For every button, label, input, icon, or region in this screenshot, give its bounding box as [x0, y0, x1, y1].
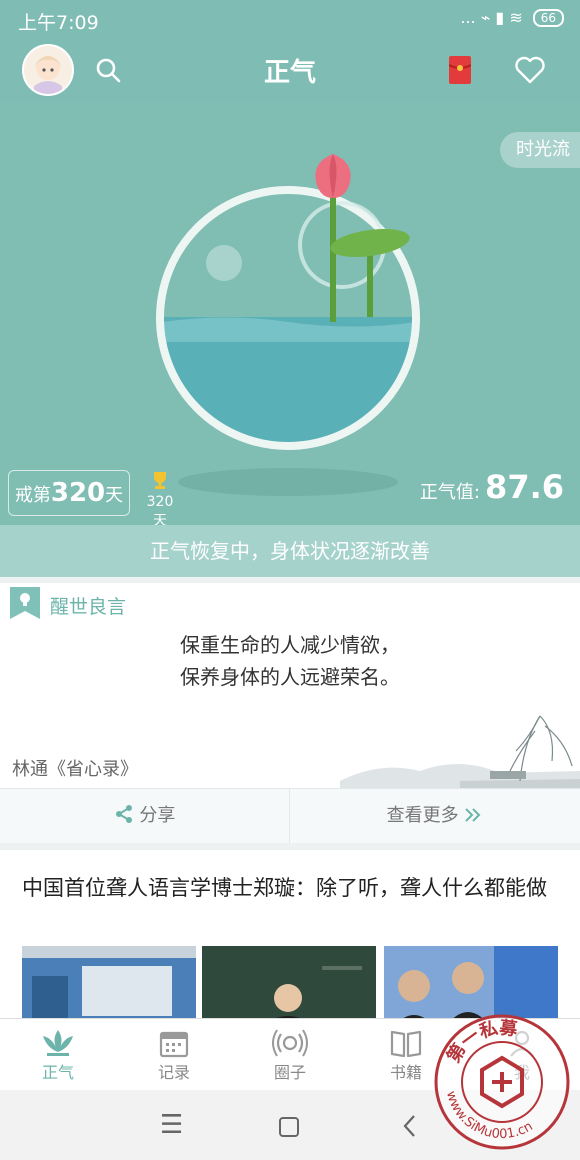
nav-label: 圈子 [273, 1063, 306, 1082]
status-icons: ... ⌁ ▮ ≋ 66 [460, 8, 564, 27]
calendar-icon [134, 1027, 214, 1059]
lightbulb-icon [10, 587, 40, 624]
watermark-seal: 第一私募 www.SiMu001.cn [434, 1014, 570, 1150]
quote-line-2: 保养身体的人远避荣名。 [180, 665, 400, 689]
quote-card: 醒世良言 保重生命的人减少情欲， 保养身体的人远避荣名。 林通《省心录》 分享 … [0, 583, 580, 843]
score-display: 正气值: 87.6 [420, 468, 564, 506]
share-button[interactable]: 分享 [0, 789, 290, 843]
see-more-button[interactable]: 查看更多 [290, 789, 579, 843]
back-icon[interactable] [402, 1110, 418, 1145]
app-header: 正气 [0, 38, 580, 102]
trophy-icon [140, 470, 180, 494]
quote-line-1: 保重生命的人减少情欲， [180, 633, 400, 657]
battery-icon: 66 [532, 8, 564, 27]
status-signal-icons: ... ⌁ ▮ ≋ [460, 8, 523, 27]
nav-item-circle[interactable]: 圈子 [250, 1027, 330, 1083]
see-more-label: 查看更多 [386, 805, 459, 826]
broadcast-icon [250, 1027, 330, 1059]
nav-item-zhengqi[interactable]: 正气 [18, 1027, 98, 1083]
trophy-record[interactable]: 320天 [140, 470, 180, 530]
status-time: 上午7:09 [18, 12, 99, 34]
heart-icon[interactable] [514, 56, 546, 88]
time-flow-button[interactable]: 时光流 [500, 132, 580, 168]
article-thumbnail-1[interactable] [22, 946, 196, 1026]
article-card[interactable]: 中国首位聋人语言学博士郑璇：除了听，聋人什么都能做 [0, 850, 580, 1026]
day-count: 320 [50, 478, 106, 508]
score-label: 正气值: [419, 482, 480, 503]
article-title[interactable]: 中国首位聋人语言学博士郑璇：除了听，聋人什么都能做 [22, 872, 562, 904]
article-thumbnail-2[interactable] [202, 946, 376, 1026]
double-chevron-icon [464, 805, 482, 826]
menu-icon[interactable]: ☰ [160, 1110, 183, 1140]
status-bar: 上午7:09 ... ⌁ ▮ ≋ 66 [0, 0, 580, 38]
score-value: 87.6 [485, 468, 564, 506]
quote-header: 醒世良言 [10, 587, 126, 624]
red-envelope-icon[interactable] [448, 56, 472, 88]
share-label: 分享 [139, 805, 176, 826]
nav-label: 正气 [41, 1063, 74, 1082]
ink-landscape-illustration [340, 715, 580, 791]
quote-actions: 分享 查看更多 [0, 788, 580, 843]
hero-section: 时光流 戒第320天 320天 正气值: 87.6 [0, 102, 580, 529]
quote-text: 保重生命的人减少情欲， 保养身体的人远避荣名。 [0, 629, 580, 693]
quote-section-title: 醒世良言 [50, 596, 127, 618]
abstain-day-badge: 戒第320天 [8, 470, 130, 516]
lotus-bowl-illustration [156, 154, 420, 496]
home-icon[interactable] [278, 1110, 300, 1145]
quote-author: 林通《省心录》 [12, 759, 138, 780]
nav-item-record[interactable]: 记录 [134, 1027, 214, 1083]
nav-label: 记录 [157, 1063, 190, 1082]
lotus-icon [18, 1027, 98, 1059]
page-title: 正气 [263, 58, 316, 88]
share-icon [114, 805, 140, 826]
recovery-status-message: 正气恢复中，身体状况逐渐改善 [0, 525, 580, 577]
